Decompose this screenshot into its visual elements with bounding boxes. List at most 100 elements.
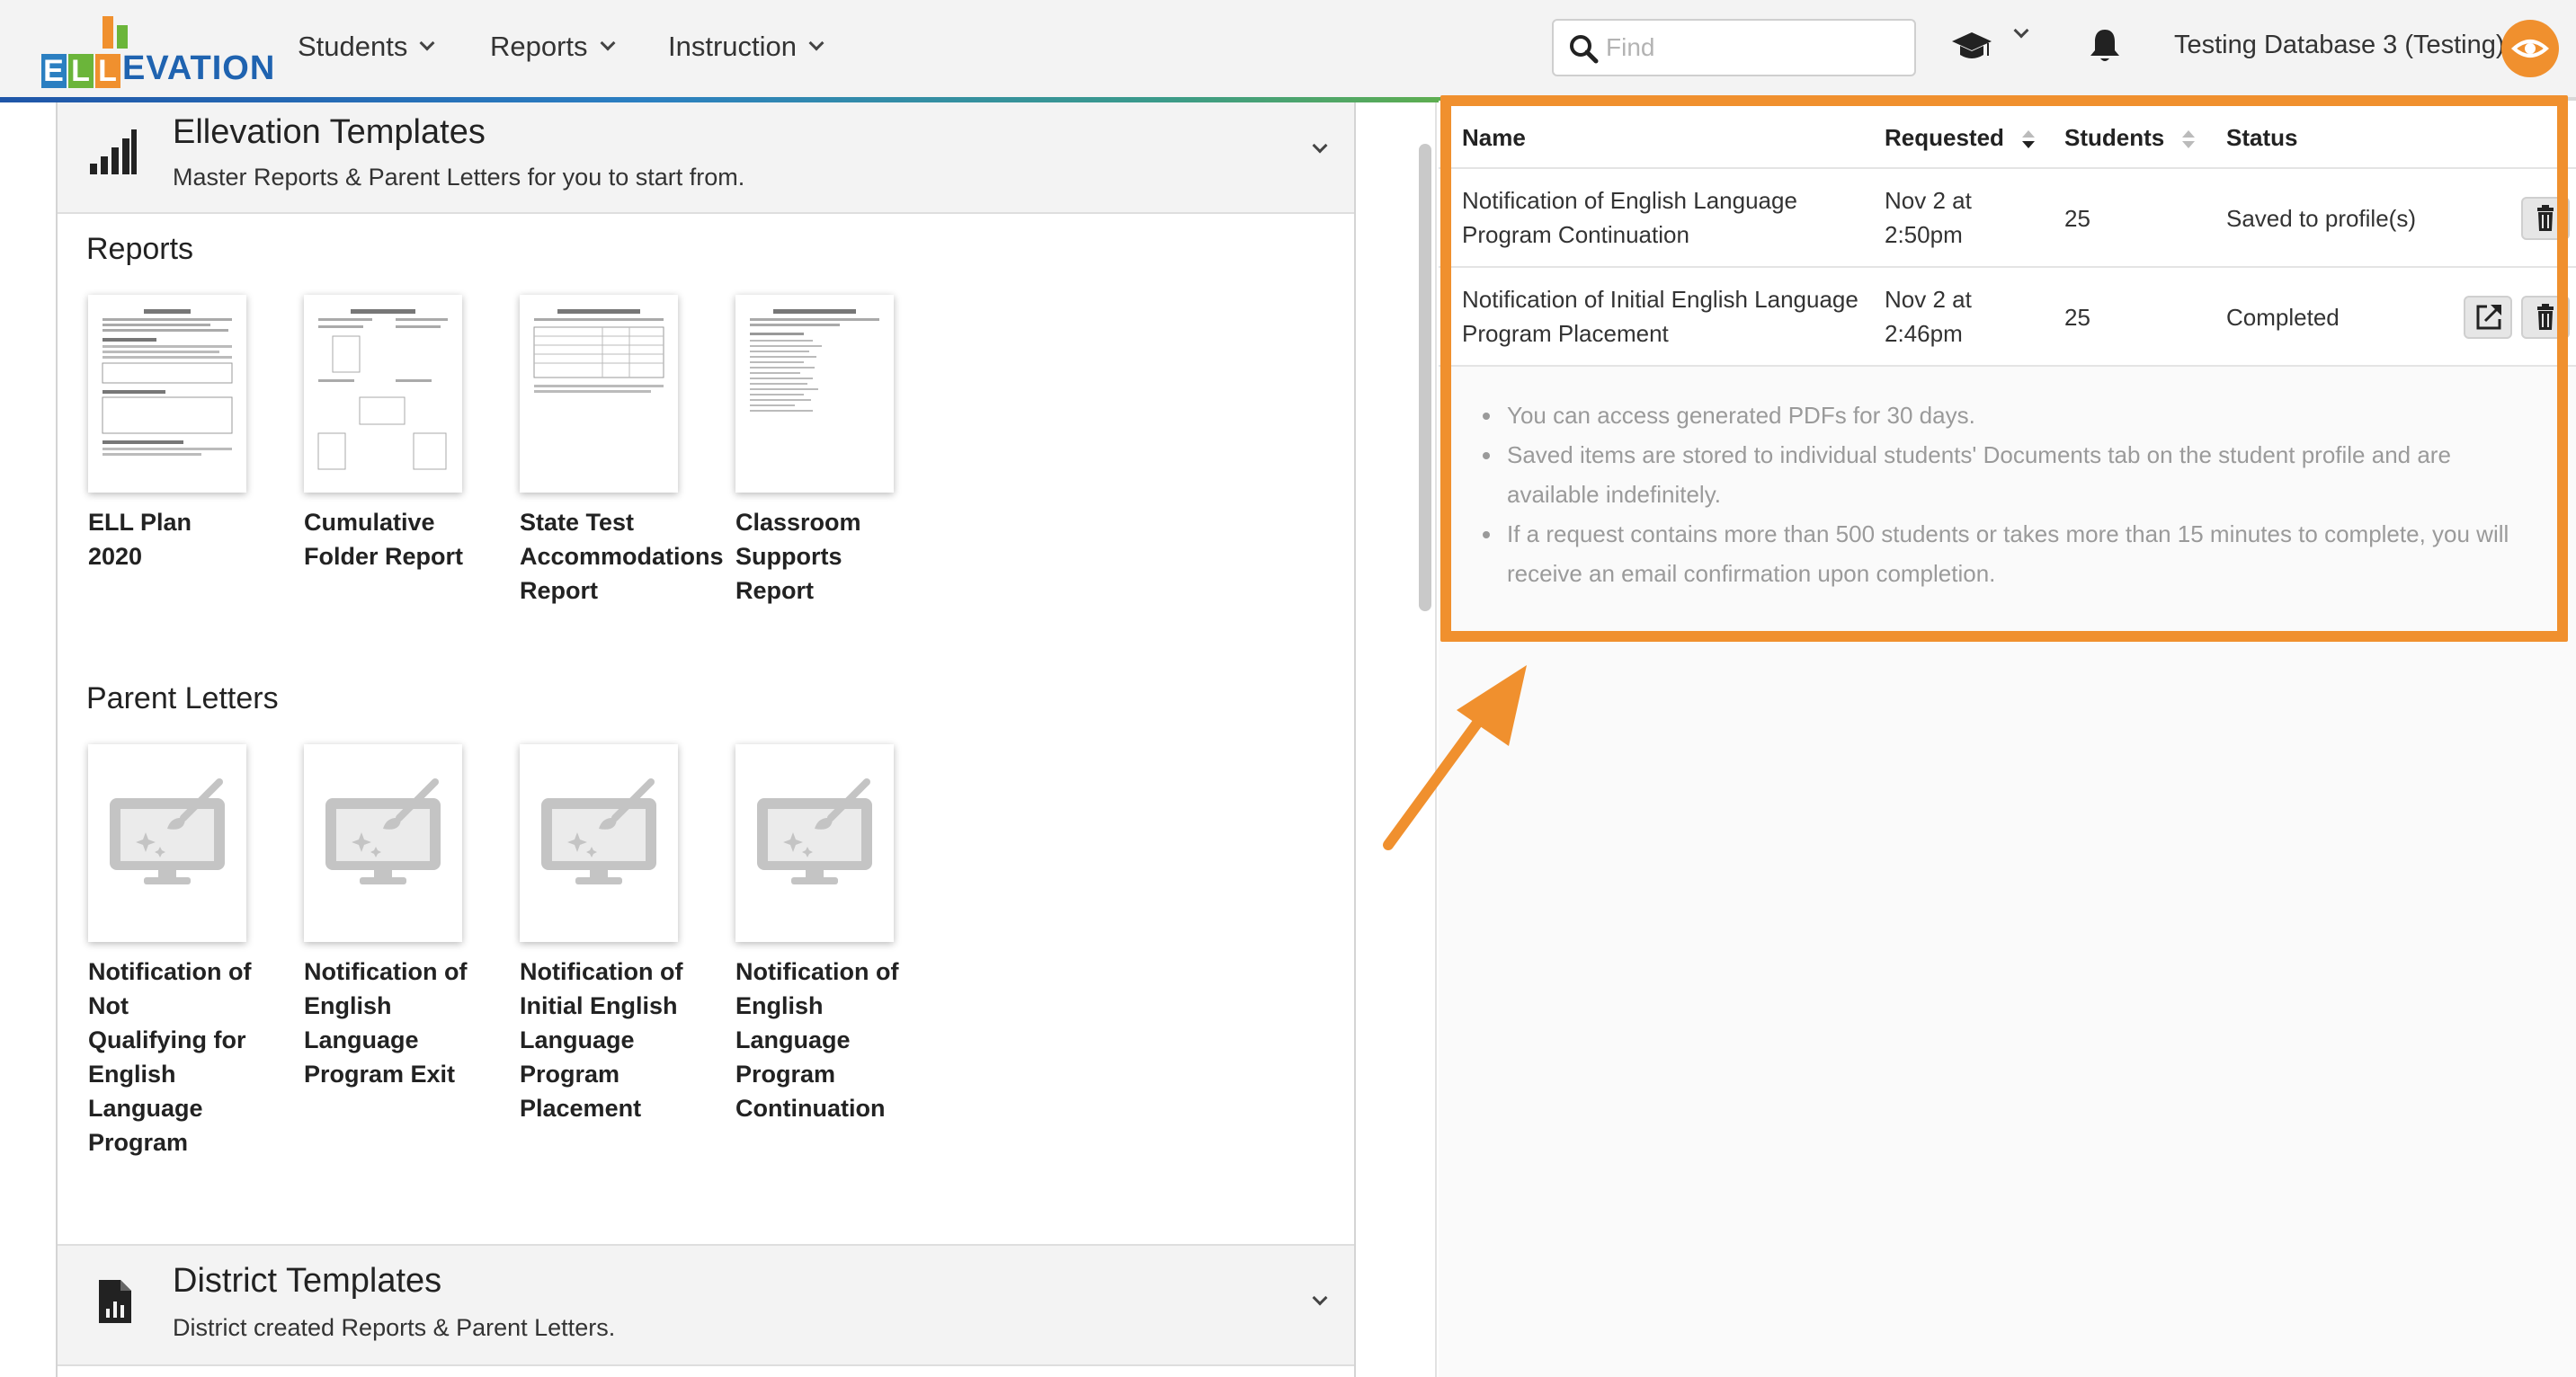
database-label[interactable]: Testing Database 3 (Testing): [2174, 31, 2505, 60]
reports-heading: Reports: [86, 232, 194, 266]
nav-menu-students-label: Students: [298, 31, 408, 62]
document-thumbnail-icon: [750, 309, 879, 412]
label-line: Language: [520, 1026, 635, 1053]
document-chart-icon: [99, 1280, 131, 1323]
letter-label-continuation[interactable]: Notification of English Language Program…: [735, 955, 942, 1125]
letter-card-continuation[interactable]: [735, 744, 894, 942]
sort-icon: [2182, 130, 2196, 149]
scrollbar-thumb[interactable]: [1419, 144, 1431, 611]
monitor-paintbrush-icon: [757, 778, 872, 884]
text-line: Nov 2 at: [1885, 187, 1972, 214]
monitor-paintbrush-icon: [110, 778, 225, 884]
column-header-requested[interactable]: Requested: [1885, 124, 2036, 152]
label-line: Initial English: [520, 992, 678, 1019]
label-line: Not: [88, 992, 129, 1019]
nav-menu-instruction[interactable]: Instruction: [668, 25, 824, 68]
label-line: Qualifying for: [88, 1026, 246, 1053]
label-line: Notification of: [520, 958, 683, 985]
report-label-classroom-supports[interactable]: Classroom Supports Report: [735, 505, 942, 608]
request-status: Completed: [2226, 304, 2340, 331]
delete-button[interactable]: [2521, 197, 2570, 240]
letter-card-not-qualifying[interactable]: [88, 744, 246, 942]
search-input[interactable]: [1606, 30, 1903, 66]
section-subtitle: Master Reports & Parent Letters for you …: [173, 164, 745, 191]
chevron-down-icon: [600, 35, 616, 51]
report-label-cumulative-folder[interactable]: Cumulative Folder Report: [304, 505, 511, 573]
label-line: Program: [88, 1129, 189, 1156]
label-line: Placement: [520, 1095, 642, 1122]
label-line: Language: [88, 1095, 203, 1122]
label-line: Cumulative: [304, 509, 435, 536]
label-line: English: [88, 1061, 176, 1088]
bell-icon[interactable]: [2088, 27, 2122, 65]
label-line: Continuation: [735, 1095, 886, 1122]
nav-menu-students[interactable]: Students: [298, 25, 435, 68]
nav-menu-instruction-label: Instruction: [668, 31, 798, 62]
row-divider: [1439, 167, 2576, 169]
ellevation-templates-header[interactable]: Ellevation Templates Master Reports & Pa…: [58, 102, 1354, 214]
chevron-down-icon: [808, 35, 824, 51]
logo-text: E L L EVATION: [41, 43, 275, 88]
request-students: 25: [2064, 304, 2090, 331]
chevron-down-icon[interactable]: [1312, 1290, 1328, 1306]
signal-bars-icon: [90, 129, 137, 174]
label-line: Folder Report: [304, 543, 464, 570]
report-card-cumulative-folder[interactable]: [304, 295, 462, 493]
nav-menu-reports[interactable]: Reports: [490, 25, 616, 68]
text-line: Nov 2 at: [1885, 286, 1972, 313]
report-label-ell-plan[interactable]: ELL Plan 2020: [88, 505, 295, 573]
search-field[interactable]: [1552, 19, 1916, 76]
text-line: Notification of Initial English Language: [1462, 286, 1858, 313]
text-line: Program Continuation: [1462, 221, 1689, 248]
text-line: Notification of English Language: [1462, 187, 1797, 214]
column-header-status[interactable]: Status: [2226, 124, 2297, 152]
graduation-cap-icon[interactable]: [1951, 29, 1992, 65]
column-header-name[interactable]: Name: [1462, 124, 1526, 152]
request-name: Notification of English Language Program…: [1462, 183, 1797, 252]
parent-letters-heading: Parent Letters: [86, 681, 279, 715]
chevron-down-icon: [419, 35, 435, 51]
letter-label-program-exit[interactable]: Notification of English Language Program…: [304, 955, 511, 1091]
open-pdf-button[interactable]: [2464, 296, 2512, 339]
templates-panel: Ellevation Templates Master Reports & Pa…: [56, 102, 1356, 1377]
row-divider: [1439, 266, 2576, 268]
label-line: Notification of: [304, 958, 468, 985]
report-card-state-test[interactable]: [520, 295, 678, 493]
monitor-paintbrush-icon: [325, 778, 441, 884]
chevron-down-icon[interactable]: [1312, 138, 1328, 154]
report-card-ell-plan[interactable]: [88, 295, 246, 493]
letter-label-not-qualifying[interactable]: Notification of Not Qualifying for Engli…: [88, 955, 295, 1159]
chevron-down-icon[interactable]: [2013, 22, 2029, 39]
arrow-annotation-icon: [1383, 665, 1527, 850]
note-item: You can access generated PDFs for 30 day…: [1503, 395, 2537, 435]
section-title: District Templates: [173, 1262, 442, 1300]
request-date: Nov 2 at 2:46pm: [1885, 282, 1972, 351]
district-templates-header[interactable]: District Templates District created Repo…: [58, 1244, 1354, 1366]
info-notes: You can access generated PDFs for 30 day…: [1503, 395, 2537, 593]
label-line: Language: [735, 1026, 851, 1053]
label-line: Notification of: [88, 958, 252, 985]
label-line: 2020: [88, 543, 143, 570]
label-line: Notification of: [735, 958, 899, 985]
label-line: Program: [735, 1061, 836, 1088]
trash-icon: [2537, 304, 2554, 330]
report-label-state-test[interactable]: State Test Accommodations Report: [520, 505, 726, 608]
label-line: Language: [304, 1026, 419, 1053]
column-header-students[interactable]: Students: [2064, 124, 2196, 152]
column-header-label: Students: [2064, 124, 2165, 151]
label-line: English: [735, 992, 824, 1019]
view-as-button[interactable]: [2501, 20, 2559, 77]
note-item: If a request contains more than 500 stud…: [1503, 514, 2537, 593]
request-students: 25: [2064, 205, 2090, 232]
section-title: Ellevation Templates: [173, 113, 486, 151]
request-status: Saved to profile(s): [2226, 205, 2416, 232]
report-card-classroom-supports[interactable]: [735, 295, 894, 493]
letter-card-initial-placement[interactable]: [520, 744, 678, 942]
label-line: English: [304, 992, 392, 1019]
letter-label-initial-placement[interactable]: Notification of Initial English Language…: [520, 955, 726, 1125]
document-thumbnail-icon: [317, 309, 448, 470]
delete-button[interactable]: [2521, 296, 2570, 339]
row-divider: [1439, 365, 2576, 367]
ellevation-logo[interactable]: E L L EVATION: [41, 16, 274, 88]
letter-card-program-exit[interactable]: [304, 744, 462, 942]
